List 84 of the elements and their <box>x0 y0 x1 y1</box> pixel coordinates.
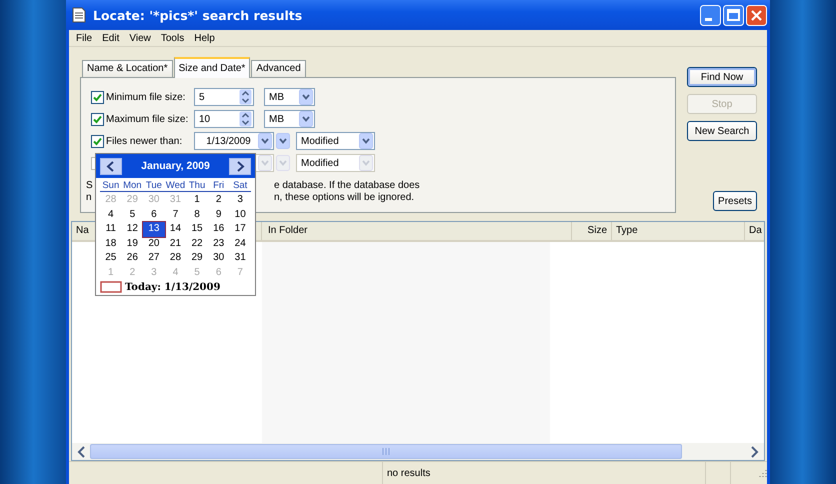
calendar-day[interactable]: 5 <box>122 208 144 222</box>
calendar-day[interactable]: 27 <box>143 251 165 266</box>
checkbox[interactable] <box>91 134 104 148</box>
calendar-day[interactable]: 24 <box>229 236 251 251</box>
next-month-button[interactable] <box>229 158 251 174</box>
column-header[interactable]: In Folder <box>262 222 572 240</box>
calendar-day[interactable]: 26 <box>122 251 144 266</box>
today-marker-icon[interactable] <box>100 281 122 293</box>
spin-button[interactable] <box>239 111 252 127</box>
calendar-day[interactable]: 2 <box>208 193 230 208</box>
weekday-label: Thu <box>188 180 206 191</box>
action-button[interactable]: New Search <box>687 121 757 141</box>
calendar-day[interactable]: 30 <box>208 251 230 266</box>
weekday-label: Fri <box>212 180 226 191</box>
weekday-label: Mon <box>122 180 143 191</box>
tab[interactable]: Size and Date* <box>174 57 250 78</box>
hint-text: n, these options will be ignored. <box>274 192 414 204</box>
calendar-day[interactable]: 22 <box>186 236 208 251</box>
calendar-day[interactable]: 28 <box>164 251 186 266</box>
close-button[interactable] <box>746 4 767 26</box>
grip-icon[interactable] <box>382 448 390 455</box>
menu-item[interactable]: File <box>71 32 98 44</box>
date-type-dropdown[interactable]: Modified <box>296 132 375 150</box>
hint-text: S <box>86 180 94 192</box>
weekday-label: Sat <box>232 180 248 191</box>
calendar-day[interactable]: 11 <box>100 222 122 236</box>
calendar-day[interactable]: 9 <box>208 208 230 222</box>
checkbox[interactable] <box>91 112 104 126</box>
calendar-day[interactable]: 12 <box>122 222 144 236</box>
calendar-day[interactable]: 1 <box>186 193 208 208</box>
menu-item[interactable]: View <box>124 32 156 44</box>
calendar-day[interactable]: 8 <box>186 208 208 222</box>
hint-text: e database. If the database does <box>274 180 420 192</box>
criterion-label: Maximum file size: <box>106 114 190 124</box>
document-icon[interactable] <box>71 7 87 23</box>
column-header[interactable]: Type <box>612 222 745 240</box>
calendar-day[interactable]: 17 <box>229 222 251 236</box>
checkbox[interactable] <box>91 90 104 104</box>
maximize-button[interactable] <box>723 4 744 26</box>
unit-dropdown[interactable]: MB <box>264 110 315 128</box>
weekday-label: Wed <box>164 180 186 191</box>
calendar-day[interactable]: 20 <box>143 236 165 251</box>
calendar-day[interactable]: 10 <box>229 208 251 222</box>
calendar-day[interactable]: 31 <box>229 251 251 266</box>
tab[interactable]: Name & Location* <box>82 60 173 77</box>
weekday-label: Tue <box>144 180 163 191</box>
calendar-day[interactable]: 23 <box>208 236 230 251</box>
calendar-day[interactable]: 29 <box>186 251 208 266</box>
calendar-day[interactable]: 25 <box>100 251 122 266</box>
number-field[interactable]: 10 <box>194 110 254 128</box>
hint-text: n <box>86 192 93 204</box>
calendar-day[interactable]: 15 <box>186 222 208 236</box>
previous-month-button[interactable] <box>100 158 122 174</box>
calendar-day[interactable]: 7 <box>164 208 186 222</box>
unit-dropdown[interactable]: MB <box>264 88 315 106</box>
calendar-day[interactable]: 13 <box>143 222 165 236</box>
menu-item[interactable]: Tools <box>156 32 190 44</box>
column-header[interactable]: Da <box>745 222 764 240</box>
horizontal-scrollbar[interactable] <box>72 443 764 460</box>
scroll-thumb[interactable] <box>90 444 682 459</box>
calendar-day[interactable]: 6 <box>143 208 165 222</box>
menu-item[interactable]: Edit <box>97 32 124 44</box>
date-field[interactable]: 1/13/2009 <box>194 132 274 150</box>
calendar-day[interactable]: 4 <box>100 208 122 222</box>
column-header[interactable]: Size <box>572 222 612 240</box>
presets-button[interactable]: Presets <box>713 191 757 211</box>
criterion-label: Files newer than: <box>106 136 184 146</box>
calendar-day[interactable]: 21 <box>164 236 186 251</box>
calendar-day[interactable]: 19 <box>122 236 144 251</box>
action-button[interactable]: Find Now <box>687 67 757 87</box>
minimize-button[interactable] <box>700 4 721 26</box>
status-text: no results <box>386 468 432 478</box>
calendar-day[interactable]: 18 <box>100 236 122 251</box>
weekday-label: Sun <box>101 180 120 191</box>
number-field[interactable]: 5 <box>194 88 254 106</box>
tab[interactable]: Advanced <box>251 60 306 77</box>
spin-button[interactable] <box>239 89 252 105</box>
calendar-day[interactable]: 16 <box>208 222 230 236</box>
criterion-label: Minimum file size: <box>106 92 186 102</box>
today-link[interactable]: Today: 1/13/2009 <box>125 282 220 292</box>
calendar-day[interactable]: 14 <box>164 222 186 236</box>
window-title: Locate: '*pics*' search results <box>93 8 304 22</box>
calendar-day[interactable]: 3 <box>229 193 251 208</box>
menu-item[interactable]: Help <box>189 32 220 44</box>
